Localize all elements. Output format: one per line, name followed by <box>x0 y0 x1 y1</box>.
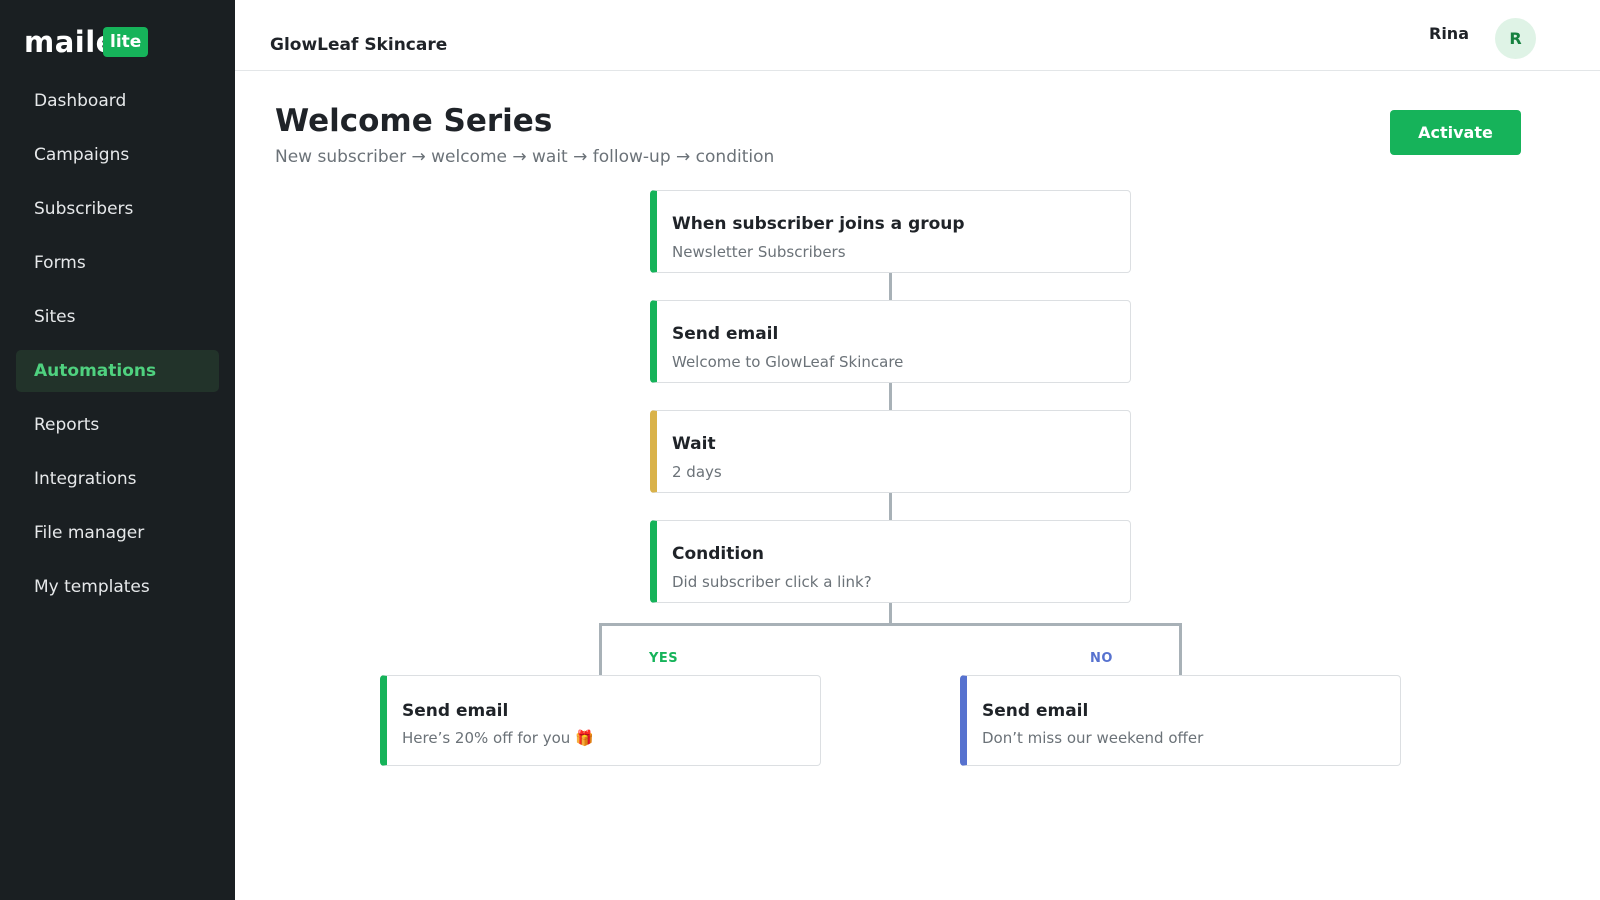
sidebar-item-forms[interactable]: Forms <box>16 242 219 284</box>
step-title: Wait <box>672 434 716 454</box>
step-title: When subscriber joins a group <box>672 214 965 234</box>
sidebar-item-dashboard[interactable]: Dashboard <box>16 80 219 122</box>
mailerlite-logo[interactable]: maile lite <box>24 22 149 62</box>
sidebar-item-reports[interactable]: Reports <box>16 404 219 446</box>
step-title: Send email <box>982 701 1089 721</box>
step-description: 2 days <box>672 463 722 481</box>
step-description: Don’t miss our weekend offer <box>982 729 1204 747</box>
branch-label-yes: YES <box>649 651 679 666</box>
sidebar-item-my-templates[interactable]: My templates <box>16 566 219 608</box>
step-title: Condition <box>672 544 764 564</box>
flow-step-send-email[interactable]: Send email Welcome to GlowLeaf Skincare <box>650 300 1131 383</box>
sidebar-item-integrations[interactable]: Integrations <box>16 458 219 500</box>
step-title: Send email <box>672 324 779 344</box>
step-description: Newsletter Subscribers <box>672 243 846 261</box>
step-description: Welcome to GlowLeaf Skincare <box>672 353 904 371</box>
flow-connector <box>889 383 892 410</box>
flow-step-condition[interactable]: Condition Did subscriber click a link? <box>650 520 1131 603</box>
flow-step-wait[interactable]: Wait 2 days <box>650 410 1131 493</box>
account-brand-name[interactable]: GlowLeaf Skincare <box>270 35 447 55</box>
branch-label-no: NO <box>1090 651 1113 666</box>
sidebar-item-file-manager[interactable]: File manager <box>16 512 219 554</box>
branch-connector-yes <box>599 623 602 675</box>
sidebar-item-sites[interactable]: Sites <box>16 296 219 338</box>
page-subtitle: New subscriber → welcome → wait → follow… <box>275 147 775 167</box>
branch-split-line <box>599 623 1182 626</box>
logo-badge: lite <box>103 27 149 57</box>
top-bar: GlowLeaf Skincare Rina R <box>235 0 1600 71</box>
user-name[interactable]: Rina <box>1429 24 1469 43</box>
sidebar-item-campaigns[interactable]: Campaigns <box>16 134 219 176</box>
flow-step-trigger[interactable]: When subscriber joins a group Newsletter… <box>650 190 1131 273</box>
sidebar-item-automations[interactable]: Automations <box>16 350 219 392</box>
step-title: Send email <box>402 701 509 721</box>
sidebar-item-subscribers[interactable]: Subscribers <box>16 188 219 230</box>
page-title: Welcome Series <box>275 103 553 139</box>
step-description: Here’s 20% off for you 🎁 <box>402 729 594 747</box>
flow-step-no-send-email[interactable]: Send email Don’t miss our weekend offer <box>960 675 1401 766</box>
step-description: Did subscriber click a link? <box>672 573 872 591</box>
flow-connector <box>889 493 892 520</box>
flow-connector <box>889 273 892 300</box>
flow-step-yes-send-email[interactable]: Send email Here’s 20% off for you 🎁 <box>380 675 821 766</box>
avatar[interactable]: R <box>1495 18 1536 59</box>
activate-button[interactable]: Activate <box>1390 110 1521 155</box>
sidebar-nav: Dashboard Campaigns Subscribers Forms Si… <box>16 80 219 620</box>
sidebar: maile lite Dashboard Campaigns Subscribe… <box>0 0 235 900</box>
flow-connector <box>889 603 892 625</box>
branch-connector-no <box>1179 623 1182 675</box>
